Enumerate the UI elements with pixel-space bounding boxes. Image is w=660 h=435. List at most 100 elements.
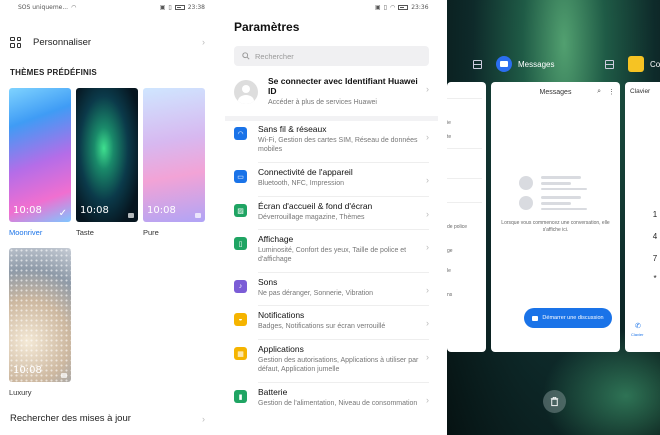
settings-item-battery[interactable]: ▮ Batterie Gestion de l'alimentation, Niv…: [234, 387, 429, 408]
dial-key[interactable]: 4: [650, 232, 660, 241]
theme-clock: 10:08: [13, 205, 42, 216]
vibrate-icon: ▯: [168, 3, 172, 11]
personalize-label: Personnaliser: [33, 36, 92, 48]
dial-key[interactable]: *: [650, 274, 660, 283]
chevron-right-icon: ›: [426, 209, 429, 219]
recent-card-settings[interactable]: ie te de police ge le ns: [447, 82, 486, 352]
placeholder-avatar: [519, 176, 533, 190]
theme-thumbnail-luxury[interactable]: 10:08: [9, 248, 71, 382]
status-bar: SOS uniqueme... ◠ ▣ ▯ 23:38: [0, 0, 213, 14]
messages-app-icon: [496, 56, 512, 72]
display-icon: ▯: [234, 237, 247, 250]
theme-thumbnail-moonriver[interactable]: 10:08 ✓: [9, 88, 71, 222]
item-title: Écran d'accueil & fond d'écran: [258, 201, 373, 211]
placeholder-line: [541, 196, 581, 199]
huawei-id-row[interactable]: Se connecter avec Identifiant Huawei ID …: [234, 76, 429, 112]
chevron-right-icon: ›: [426, 84, 429, 94]
status-bar: ▣ ▯ ◠ 23:36: [225, 0, 438, 14]
chevron-right-icon: ›: [426, 285, 429, 295]
sound-icon: ♪: [234, 280, 247, 293]
settings-item-sounds[interactable]: ♪ Sons Ne pas déranger, Sonnerie, Vibrati…: [234, 277, 429, 298]
account-subtitle: Accéder à plus de services Huawei: [268, 99, 377, 106]
recent-card-dialer[interactable]: Clavier 1 4 7 * ✆ Clavier: [625, 82, 660, 352]
chat-icon: [532, 315, 539, 321]
avatar: [234, 80, 258, 104]
search-icon[interactable]: ⌕: [597, 88, 601, 96]
wifi-icon: ◠: [71, 3, 77, 11]
divider: [258, 272, 429, 273]
placeholder-line: [541, 182, 571, 185]
divider: [447, 202, 482, 203]
divider: [258, 339, 429, 340]
item-title: Affichage: [258, 234, 294, 244]
check-updates-row[interactable]: Rechercher des mises à jour ›: [10, 413, 205, 424]
theme-name-taste: Taste: [76, 228, 94, 237]
app-header-contacts[interactable]: Co: [605, 56, 660, 72]
personalize-row[interactable]: Personnaliser ›: [10, 30, 205, 54]
recent-card-messages[interactable]: Messages ⌕ ⋮ Lorsque vous commencez une c…: [491, 82, 620, 352]
item-subtitle: Bluetooth, NFC, Impression: [258, 180, 344, 187]
chevron-right-icon: ›: [202, 37, 205, 47]
chevron-right-icon: ›: [202, 413, 205, 424]
search-placeholder: Rechercher: [255, 51, 294, 61]
theme-name-moonriver: Moonriver: [9, 228, 43, 237]
placeholder-line: [541, 176, 581, 179]
dial-key[interactable]: 1: [650, 210, 660, 219]
carrier-text: SOS uniqueme...: [18, 3, 69, 11]
app-label: Co: [650, 59, 660, 69]
clock: 23:38: [187, 3, 205, 11]
theme-clock: 10:08: [13, 365, 42, 376]
chevron-right-icon: ›: [426, 132, 429, 142]
divider: [258, 229, 429, 230]
battery-icon: ▮: [234, 390, 247, 403]
settings-item-home-wallpaper[interactable]: ▨ Écran d'accueil & fond d'écran Déverrou…: [234, 201, 429, 222]
wifi-icon: ◠: [234, 127, 247, 140]
battery-icon: [398, 4, 409, 10]
search-input[interactable]: Rechercher: [234, 46, 429, 66]
search-icon: [242, 52, 250, 60]
theme-thumbnail-pure[interactable]: 10:08: [143, 88, 205, 222]
item-subtitle: Wi-Fi, Gestion des cartes SIM, Réseau de…: [258, 137, 418, 153]
divider: [447, 148, 482, 149]
section-divider: [225, 116, 438, 121]
item-title: Sons: [258, 277, 278, 287]
chevron-right-icon: ›: [426, 395, 429, 405]
settings-screen: ▣ ▯ ◠ 23:36 Paramètres Rechercher Se connec…: [225, 0, 438, 435]
placeholder-line: [541, 202, 571, 205]
theme-clock: 10:08: [147, 205, 176, 216]
card-text: ns: [447, 292, 453, 298]
trash-icon: [550, 397, 559, 407]
checkmark-icon: ✓: [58, 208, 67, 219]
settings-item-notifications[interactable]: ◒ Notifications Badges, Notifications sur…: [234, 310, 429, 331]
chevron-right-icon: ›: [426, 242, 429, 252]
app-header-messages[interactable]: Messages: [473, 56, 554, 72]
split-screen-icon[interactable]: [605, 59, 614, 69]
wallpaper-icon: ▨: [234, 204, 247, 217]
divider: [447, 98, 482, 99]
dial-key[interactable]: 7: [650, 254, 660, 263]
settings-item-display[interactable]: ▯ Affichage Luminosité, Confort des yeux,…: [234, 234, 429, 264]
recent-apps-screen: Messages Co ie te de police ge le ns Mes…: [447, 0, 660, 435]
item-subtitle: Gestion des autorisations, Applications …: [258, 357, 419, 373]
placeholder-line: [541, 208, 587, 210]
card-text: ge: [447, 248, 453, 254]
split-screen-icon[interactable]: [473, 59, 482, 69]
settings-item-connectivity[interactable]: ▭ Connectivité de l'appareil Bluetooth, N…: [234, 167, 429, 188]
item-subtitle: Déverrouillage magazine, Thèmes: [258, 214, 365, 221]
battery-icon: [174, 4, 185, 10]
divider: [258, 382, 429, 383]
start-chat-button[interactable]: Démarrer une discussion: [524, 308, 612, 328]
divider: [258, 162, 429, 163]
contacts-app-icon: [628, 56, 644, 72]
more-icon[interactable]: ⋮: [608, 88, 615, 96]
account-title: Se connecter avec Identifiant Huawei ID: [268, 76, 418, 96]
item-title: Batterie: [258, 387, 288, 397]
divider: [447, 178, 482, 179]
grid-icon: [10, 36, 21, 48]
settings-item-wireless[interactable]: ◠ Sans fil & réseaux Wi-Fi, Gestion des c…: [234, 124, 429, 154]
settings-item-applications[interactable]: ▦ Applications Gestion des autorisations,…: [234, 344, 429, 374]
chevron-right-icon: ›: [426, 318, 429, 328]
clear-all-button[interactable]: [543, 390, 566, 413]
theme-thumbnail-taste[interactable]: 10:08: [76, 88, 138, 222]
phone-icon: ✆: [635, 323, 641, 330]
